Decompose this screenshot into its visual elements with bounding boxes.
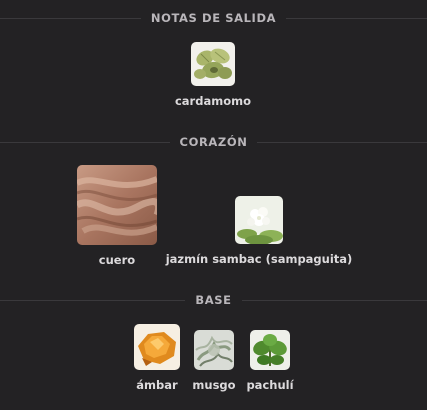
leather-image: [77, 165, 157, 245]
note-name: ámbar: [136, 378, 178, 392]
note-jazmin-sambac[interactable]: jazmín sambac (sampaguita): [164, 196, 354, 266]
section-title-heart-notes: CORAZÓN: [169, 135, 258, 149]
note-cardamomo[interactable]: cardamomo: [163, 42, 263, 108]
section-header-base-notes: BASE: [0, 292, 427, 308]
note-name: musgo: [192, 378, 236, 392]
note-name: pachulí: [246, 378, 294, 392]
section-title-top-notes: NOTAS DE SALIDA: [140, 11, 287, 25]
section-header-heart-notes: CORAZÓN: [0, 134, 427, 150]
moss-image: [194, 330, 234, 370]
amber-image: [134, 324, 180, 370]
note-name: cardamomo: [174, 94, 251, 108]
jasmine-image: [235, 196, 283, 244]
note-cuero[interactable]: cuero: [67, 165, 167, 267]
note-ambar[interactable]: ámbar: [127, 324, 187, 392]
note-name: cuero: [98, 253, 136, 267]
note-name: jazmín sambac (sampaguita): [165, 252, 353, 266]
section-header-top-notes: NOTAS DE SALIDA: [0, 10, 427, 26]
note-musgo[interactable]: musgo: [184, 330, 244, 392]
cardamom-image: [191, 42, 235, 86]
note-pachuli[interactable]: pachulí: [242, 330, 298, 392]
section-title-base-notes: BASE: [185, 293, 242, 307]
patchouli-image: [250, 330, 290, 370]
